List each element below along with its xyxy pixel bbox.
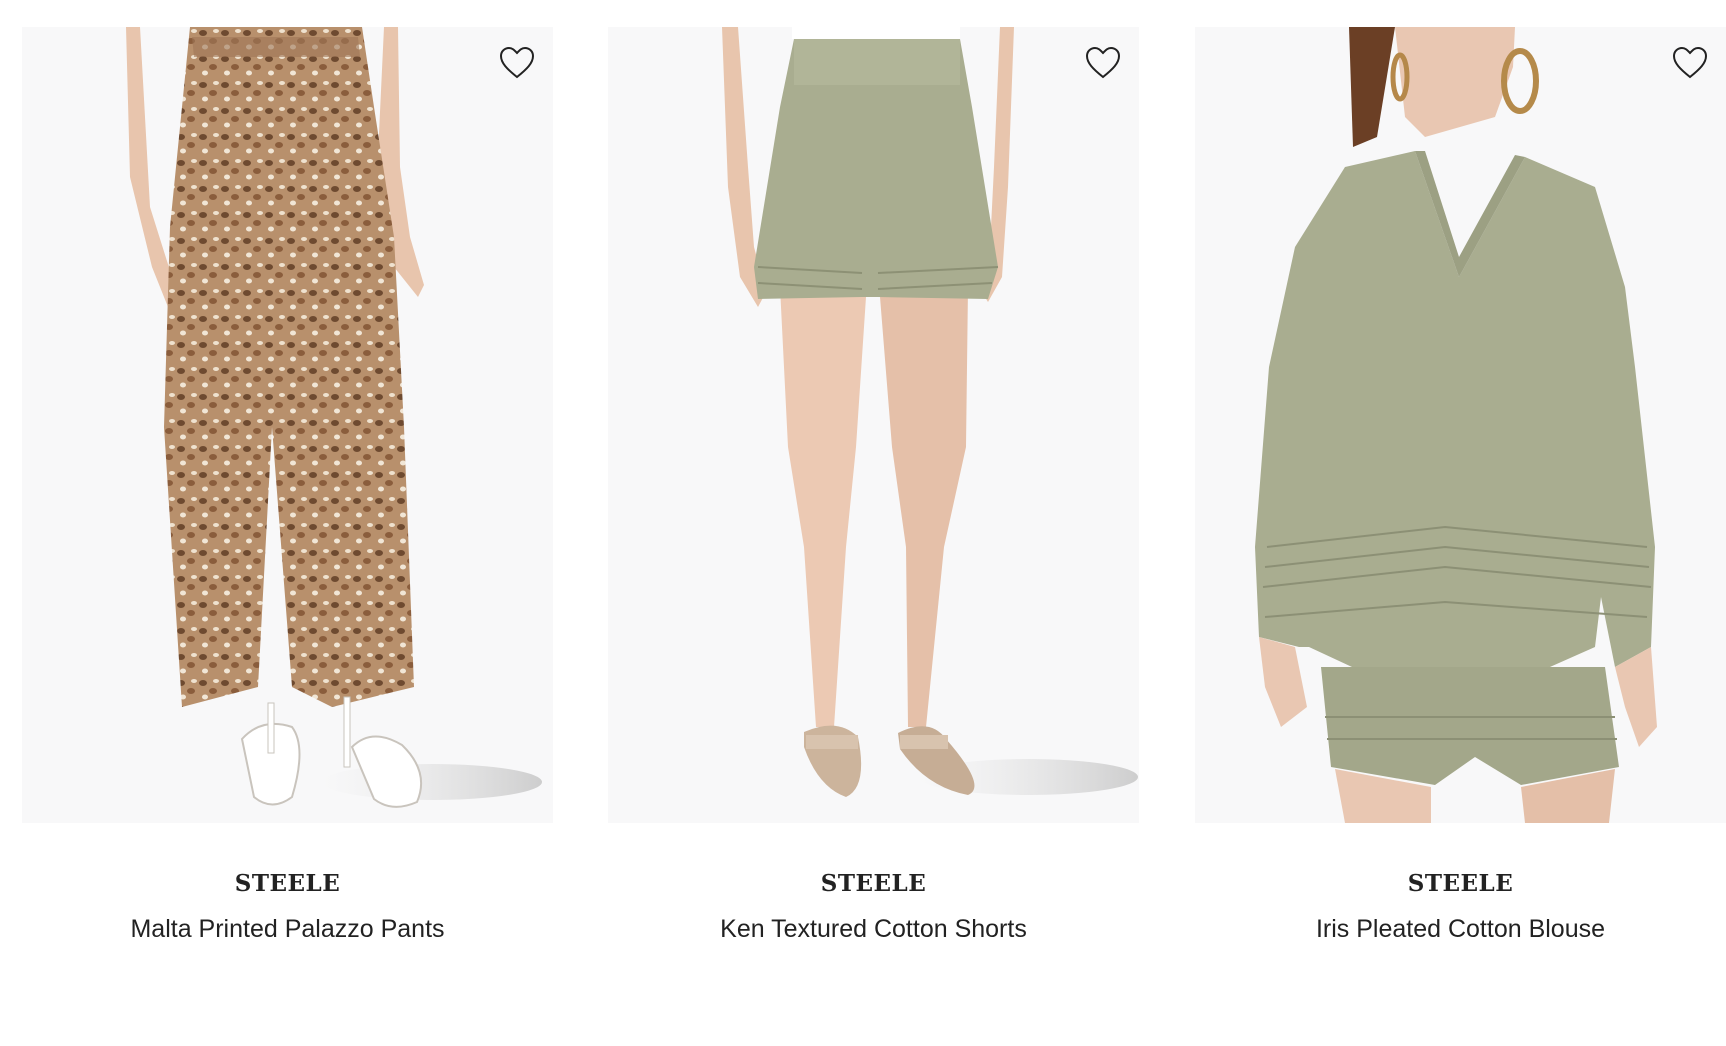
wishlist-button[interactable] <box>497 43 537 83</box>
product-name[interactable]: Iris Pleated Cotton Blouse <box>1195 913 1726 945</box>
product-brand[interactable]: STEELE <box>1195 869 1726 899</box>
product-image[interactable] <box>1195 27 1726 823</box>
product-info: STEELE Iris Pleated Cotton Blouse <box>1195 823 1726 945</box>
product-brand[interactable]: STEELE <box>608 869 1139 899</box>
pleated-blouse-image <box>1255 27 1657 823</box>
product-image[interactable] <box>22 27 553 823</box>
heart-outline-icon <box>1672 47 1708 79</box>
wishlist-button[interactable] <box>1670 43 1710 83</box>
product-brand[interactable]: STEELE <box>22 869 553 899</box>
palazzo-pants-image <box>126 27 542 808</box>
product-grid: STEELE Malta Printed Palazzo Pants STEEL… <box>0 0 1726 1046</box>
product-card[interactable]: STEELE Ken Textured Cotton Shorts <box>608 27 1139 945</box>
product-info: STEELE Malta Printed Palazzo Pants <box>22 823 553 945</box>
product-name[interactable]: Malta Printed Palazzo Pants <box>22 913 553 945</box>
product-name[interactable]: Ken Textured Cotton Shorts <box>608 913 1139 945</box>
heart-outline-icon <box>499 47 535 79</box>
product-card[interactable]: STEELE Iris Pleated Cotton Blouse <box>1195 27 1726 945</box>
product-info: STEELE Ken Textured Cotton Shorts <box>608 823 1139 945</box>
wishlist-button[interactable] <box>1083 43 1123 83</box>
heart-outline-icon <box>1085 47 1121 79</box>
product-image[interactable] <box>608 27 1139 823</box>
cotton-shorts-image <box>722 27 1138 797</box>
product-card[interactable]: STEELE Malta Printed Palazzo Pants <box>22 27 553 945</box>
